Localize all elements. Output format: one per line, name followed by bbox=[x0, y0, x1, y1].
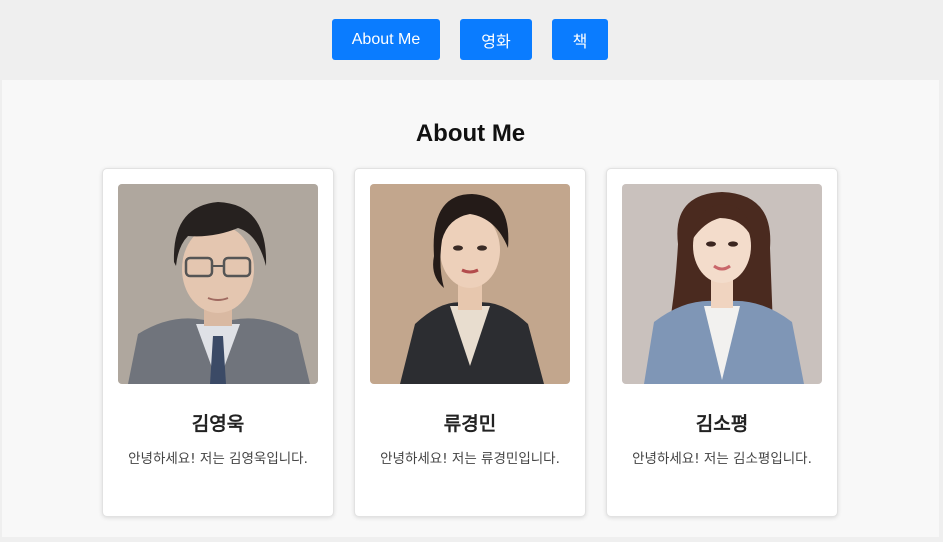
top-nav: About Me 영화 책 bbox=[0, 0, 943, 80]
profile-card: 김소평 안녕하세요! 저는 김소평입니다. bbox=[606, 168, 838, 517]
profile-description: 안녕하세요! 저는 김영욱입니다. bbox=[128, 451, 308, 467]
profile-photo bbox=[370, 184, 570, 384]
profile-description: 안녕하세요! 저는 김소평입니다. bbox=[632, 451, 812, 467]
nav-about-button[interactable]: About Me bbox=[332, 19, 440, 60]
profile-card: 김영욱 안녕하세요! 저는 김영욱입니다. bbox=[102, 168, 334, 517]
profile-description: 안녕하세요! 저는 류경민입니다. bbox=[380, 451, 560, 467]
profile-name: 김소평 bbox=[695, 413, 749, 435]
profile-name: 류경민 bbox=[443, 413, 497, 435]
section-title: About Me bbox=[415, 120, 526, 147]
profile-name: 김영욱 bbox=[191, 413, 245, 435]
about-section: About Me 김영욱 안녕하세요! 저는 김영욱입니다. 류경민 안녕하세요… bbox=[2, 80, 939, 537]
nav-movies-button[interactable]: 영화 bbox=[460, 19, 532, 60]
profile-card: 류경민 안녕하세요! 저는 류경민입니다. bbox=[354, 168, 586, 517]
profile-photo bbox=[622, 184, 822, 384]
profile-photo bbox=[118, 184, 318, 384]
nav-books-button[interactable]: 책 bbox=[552, 19, 608, 60]
